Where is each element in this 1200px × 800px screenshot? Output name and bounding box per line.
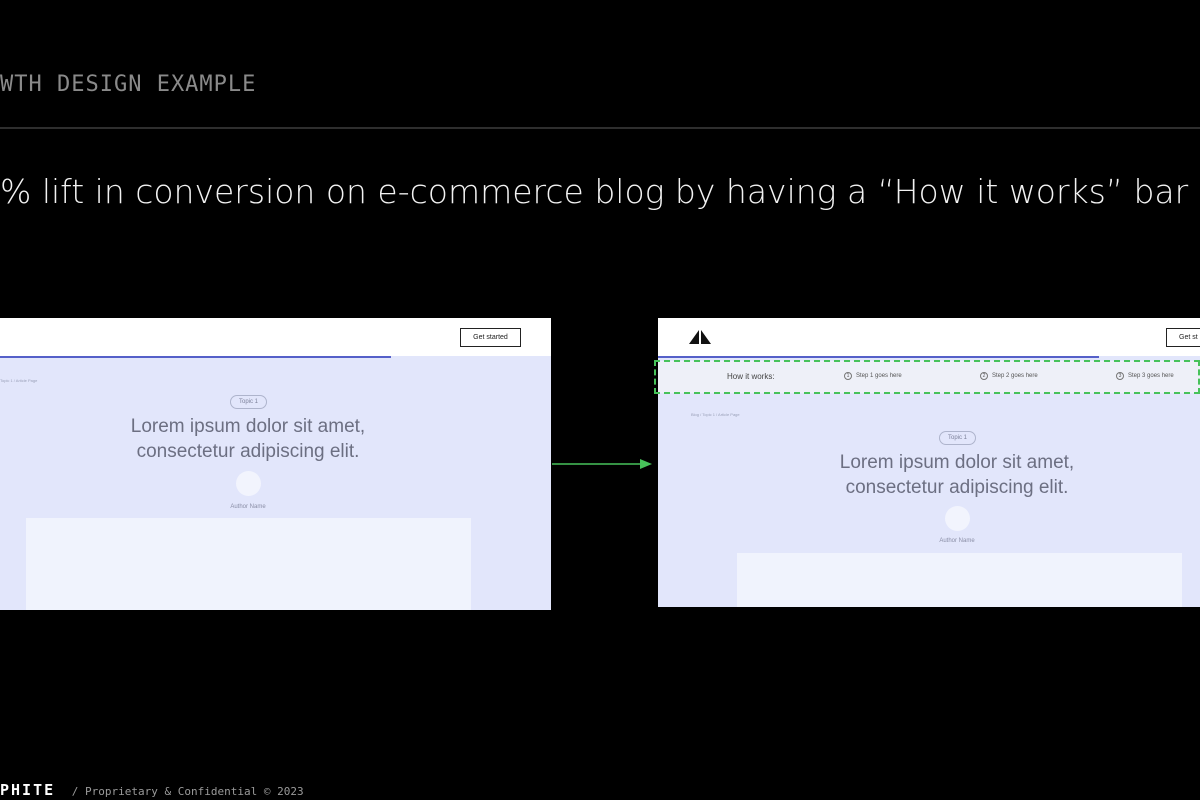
article-content-card	[737, 553, 1182, 607]
get-started-button[interactable]: Get started	[460, 328, 521, 347]
step-number-badge: 3	[1116, 372, 1124, 380]
how-it-works-label: How it works:	[727, 372, 775, 381]
author-name: Author Name	[939, 538, 975, 544]
after-mockup: Get st How it works: 1 Step 1 goes here …	[658, 318, 1200, 607]
article-title-line-2: consectetur adipiscing elit.	[136, 441, 360, 462]
step-label: Step 2 goes here	[992, 373, 1038, 379]
article-content-card	[26, 518, 471, 610]
slide-footer: PHITE / Proprietary & Confidential © 202…	[0, 781, 304, 799]
before-nav-bar: Get started	[0, 318, 551, 356]
step-number-badge: 2	[980, 372, 988, 380]
author-avatar	[236, 471, 261, 496]
reading-progress-bar	[658, 356, 1099, 358]
author-avatar	[945, 506, 970, 531]
breadcrumb[interactable]: Blog / Topic 1 / Article Page	[691, 412, 740, 417]
after-nav-bar: Get st	[658, 318, 1200, 356]
reading-progress-bar	[0, 356, 391, 358]
footer-brand: PHITE	[0, 781, 56, 799]
article-title: Lorem ipsum dolor sit amet, consectetur …	[68, 414, 428, 464]
how-it-works-step-2: 2 Step 2 goes here	[980, 372, 1038, 380]
how-it-works-step-1: 1 Step 1 goes here	[844, 372, 902, 380]
article-title-line-1: Lorem ipsum dolor sit amet,	[839, 452, 1075, 473]
header-divider	[0, 127, 1200, 129]
topic-pill[interactable]: Topic 1	[230, 395, 268, 409]
article-title-line-1: Lorem ipsum dolor sit amet,	[130, 416, 366, 437]
breadcrumb[interactable]: Topic 1 / Article Page	[0, 378, 37, 383]
arrow-right-icon	[552, 459, 652, 469]
get-started-button[interactable]: Get st	[1166, 328, 1200, 347]
slide-eyebrow: WTH DESIGN EXAMPLE	[0, 72, 257, 97]
step-label: Step 1 goes here	[856, 373, 902, 379]
author-name: Author Name	[230, 504, 266, 510]
triangle-logo-icon[interactable]	[689, 330, 713, 344]
step-label: Step 3 goes here	[1128, 373, 1174, 379]
before-mockup: Get started Topic 1 / Article Page Topic…	[0, 318, 551, 610]
article-title: Lorem ipsum dolor sit amet, consectetur …	[777, 450, 1137, 500]
how-it-works-bar: How it works: 1 Step 1 goes here 2 Step …	[658, 361, 1200, 393]
article-title-line-2: consectetur adipiscing elit.	[845, 477, 1069, 498]
footer-confidential-text: / Proprietary & Confidential © 2023	[71, 785, 304, 798]
step-number-badge: 1	[844, 372, 852, 380]
how-it-works-step-3: 3 Step 3 goes here	[1116, 372, 1174, 380]
slide-headline: % lift in conversion on e-commerce blog …	[0, 172, 1189, 211]
topic-pill[interactable]: Topic 1	[939, 431, 977, 445]
